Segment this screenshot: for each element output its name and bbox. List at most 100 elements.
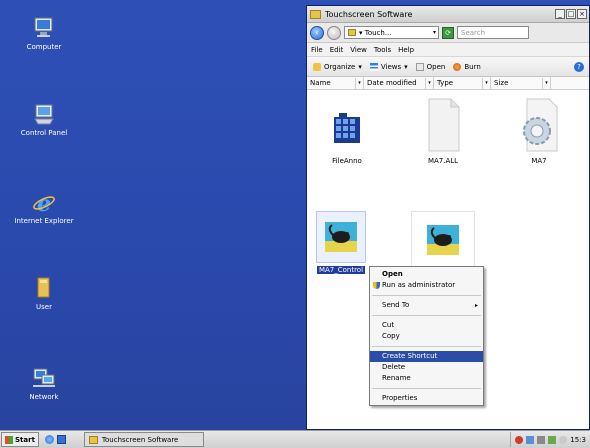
folder-icon [88, 435, 98, 444]
file-name: MA7_Control [316, 266, 366, 274]
menu-edit[interactable]: Edit [330, 46, 344, 54]
command-toolbar: Organize ▾ Views ▾ Open Burn ? [307, 57, 589, 77]
volume-icon[interactable] [537, 435, 546, 444]
menu-item-cut[interactable]: Cut [370, 320, 483, 331]
desktop-icon-control-panel[interactable]: Control Panel [4, 102, 84, 137]
file-item-selected[interactable]: MA7_Control [299, 211, 383, 274]
menu-item-create-shortcut[interactable]: Create Shortcut [370, 351, 483, 362]
desktop-icon-internet-explorer[interactable]: e Internet Explorer [4, 190, 84, 225]
chevron-down-icon[interactable]: ▾ [355, 77, 363, 89]
column-name[interactable]: Name ▾ [307, 77, 364, 89]
clock-icon [559, 435, 568, 444]
organize-label: Organize [324, 62, 356, 71]
menu-item-open[interactable]: Open [370, 269, 483, 280]
chevron-down-icon[interactable]: ▾ [425, 77, 433, 89]
views-button[interactable]: Views ▾ [369, 62, 408, 71]
chevron-down-icon[interactable]: ▾ [542, 77, 550, 89]
column-size[interactable]: Size ▾ [491, 77, 551, 89]
windows-flag-icon [5, 435, 13, 444]
security-icon[interactable] [515, 435, 524, 444]
organize-button[interactable]: Organize ▾ [313, 62, 362, 71]
start-label: Start [15, 435, 35, 444]
chevron-down-icon[interactable]: ▾ [482, 77, 490, 89]
internet-explorer-icon[interactable] [44, 435, 54, 444]
show-desktop-icon[interactable] [56, 435, 66, 444]
views-label: Views [380, 62, 402, 71]
menu-separator [372, 388, 481, 389]
internet-explorer-icon: e [31, 190, 57, 217]
address-field[interactable]: ▾ Touch... ▾ [344, 26, 439, 39]
desktop-icon-label: Control Panel [20, 129, 68, 137]
menu-item-rename[interactable]: Rename [370, 373, 483, 384]
search-input[interactable]: Search [457, 26, 529, 39]
menu-separator [372, 295, 481, 296]
taskbar-window-button[interactable]: Touchscreen Software [83, 432, 204, 447]
file-name: MA7.ALL [427, 157, 459, 165]
desktop-icon-computer[interactable]: Computer [4, 16, 84, 51]
folder-icon [310, 9, 321, 19]
maximize-button[interactable]: □ [566, 9, 576, 19]
uac-shield-icon [373, 282, 380, 289]
organize-icon [313, 62, 321, 71]
context-menu: Open Run as administrator Send To ▸ Cut … [369, 266, 484, 406]
file-name: FileAnno [332, 157, 362, 165]
forward-button[interactable]: › [327, 25, 341, 40]
svg-text:e: e [37, 191, 51, 214]
burn-label: Burn [464, 62, 481, 71]
chevron-down-icon: ▾ [404, 62, 408, 71]
back-button[interactable]: ‹ [310, 25, 324, 40]
menu-item-copy[interactable]: Copy [370, 331, 483, 342]
search-placeholder: Search [461, 28, 486, 37]
menu-file[interactable]: File [311, 46, 323, 54]
folder-icon [348, 29, 356, 36]
views-icon [369, 62, 378, 71]
file-item[interactable] [403, 211, 483, 272]
address-text: ▾ Touch... [359, 28, 392, 37]
column-header: Name ▾ Date modified ▾ Type ▾ Size ▾ [307, 77, 589, 90]
menu-item-properties[interactable]: Properties [370, 393, 483, 404]
control-panel-icon [31, 102, 57, 126]
desktop-icon-label: Computer [26, 43, 62, 51]
window-titlebar[interactable]: Touchscreen Software _ □ × [307, 6, 589, 23]
menu-item-run-as-administrator[interactable]: Run as administrator [370, 280, 483, 291]
taskbar-window-label: Touchscreen Software [101, 435, 179, 444]
open-button[interactable]: Open [415, 62, 445, 71]
computer-icon [31, 16, 57, 40]
menu-view[interactable]: View [350, 46, 367, 54]
minimize-button[interactable]: _ [555, 9, 565, 19]
network-tray-icon[interactable] [526, 435, 535, 444]
column-label: Name [310, 79, 331, 87]
start-button[interactable]: Start [1, 432, 39, 447]
desktop-icon-user[interactable]: User [4, 276, 84, 311]
column-date-modified[interactable]: Date modified ▾ [364, 77, 434, 89]
menu-item-send-to[interactable]: Send To ▸ [370, 300, 483, 311]
column-type[interactable]: Type ▾ [434, 77, 491, 89]
menu-item-delete[interactable]: Delete [370, 362, 483, 373]
file-name: MA7 [531, 157, 547, 165]
power-icon[interactable] [548, 435, 557, 444]
close-button[interactable]: × [577, 9, 587, 19]
user-folder-icon [31, 276, 57, 300]
column-label: Type [437, 79, 454, 87]
burn-icon [453, 62, 462, 71]
burn-button[interactable]: Burn [453, 62, 481, 71]
quick-launch [44, 435, 66, 444]
mouse-app-icon [411, 211, 475, 269]
desktop-icon-network[interactable]: Network [4, 366, 84, 401]
file-item[interactable]: FileAnno [307, 103, 387, 165]
menu-item-label: Run as administrator [382, 281, 456, 289]
file-item[interactable]: MA7 [499, 97, 579, 165]
chevron-down-icon[interactable]: ▾ [433, 29, 436, 36]
clock-text[interactable]: 15:3 [570, 436, 586, 444]
column-label: Size [494, 79, 509, 87]
gear-document-icon [517, 97, 561, 153]
taskbar: Start Touchscreen Software 15:3 [0, 430, 590, 448]
desktop-icon-label: User [36, 303, 52, 311]
help-icon[interactable]: ? [574, 61, 584, 72]
refresh-icon[interactable]: ⟳ [442, 26, 454, 39]
menu-tools[interactable]: Tools [374, 46, 391, 54]
menu-help[interactable]: Help [398, 46, 414, 54]
menu-item-label: Send To [382, 301, 410, 309]
menu-separator [372, 315, 481, 316]
file-item[interactable]: MA7.ALL [403, 97, 483, 165]
